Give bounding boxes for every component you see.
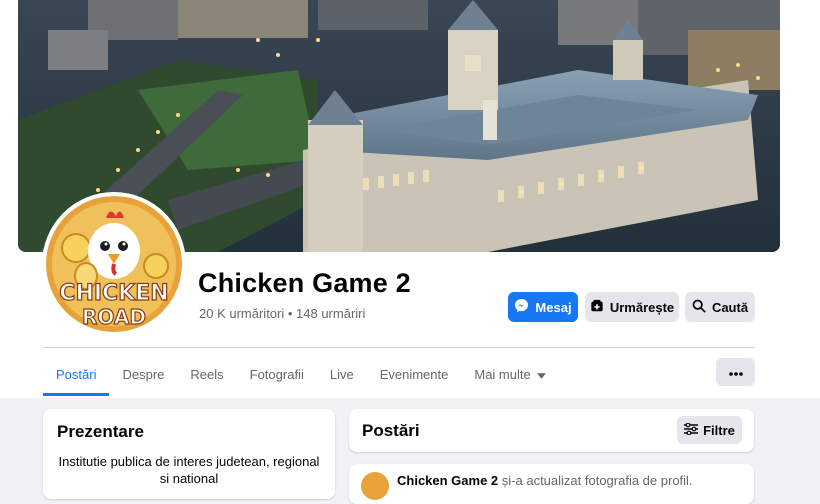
posts-header-card: Postări Filtre <box>349 409 754 452</box>
message-button[interactable]: Mesaj <box>508 292 578 322</box>
logo-word-chicken: CHICKEN <box>59 281 168 306</box>
search-button[interactable]: Caută <box>685 292 755 322</box>
tab-photos[interactable]: Fotografii <box>237 352 317 396</box>
tab-about[interactable]: Despre <box>109 352 177 396</box>
logo-word-road: ROAD <box>82 305 146 329</box>
tab-more-label: Mai multe <box>474 366 531 382</box>
follow-button[interactable]: Urmărește <box>585 292 679 322</box>
header-divider <box>43 347 755 348</box>
posts-title: Postări <box>362 421 420 440</box>
tab-live[interactable]: Live <box>317 352 367 396</box>
ellipsis-icon <box>728 363 743 381</box>
messenger-icon <box>514 298 529 316</box>
profile-header: CHICKEN ROAD Chicken Game 2 20 K urmărit… <box>0 0 820 398</box>
intro-description: Institutie publica de interes judetean, … <box>58 454 320 486</box>
sliders-icon <box>684 422 699 438</box>
post-card: Chicken Game 2 și-a actualizat fotografi… <box>349 464 754 504</box>
tab-reels[interactable]: Reels <box>177 352 236 396</box>
profile-avatar[interactable]: CHICKEN ROAD <box>42 192 186 336</box>
page-title: Chicken Game 2 <box>198 268 411 298</box>
tab-more[interactable]: Mai multe <box>461 352 558 396</box>
intro-card: Prezentare Institutie publica de interes… <box>43 409 335 499</box>
search-icon <box>692 299 706 316</box>
follow-icon <box>590 299 604 316</box>
filters-button[interactable]: Filtre <box>677 416 742 444</box>
tab-posts[interactable]: Postări <box>43 352 110 396</box>
tab-events[interactable]: Evenimente <box>367 352 462 396</box>
profile-tabs: Postări Despre Reels Fotografii Live Eve… <box>43 352 559 396</box>
follow-button-label: Urmărește <box>609 299 675 315</box>
filters-button-label: Filtre <box>703 422 735 438</box>
caret-down-icon <box>536 367 546 382</box>
page-stats[interactable]: 20 K urmăritori • 148 urmăriri <box>199 306 365 321</box>
post-author-avatar[interactable] <box>361 472 389 500</box>
more-options-button[interactable] <box>716 358 755 386</box>
message-button-label: Mesaj <box>535 299 572 315</box>
intro-title: Prezentare <box>57 422 144 441</box>
search-button-label: Caută <box>711 299 749 315</box>
